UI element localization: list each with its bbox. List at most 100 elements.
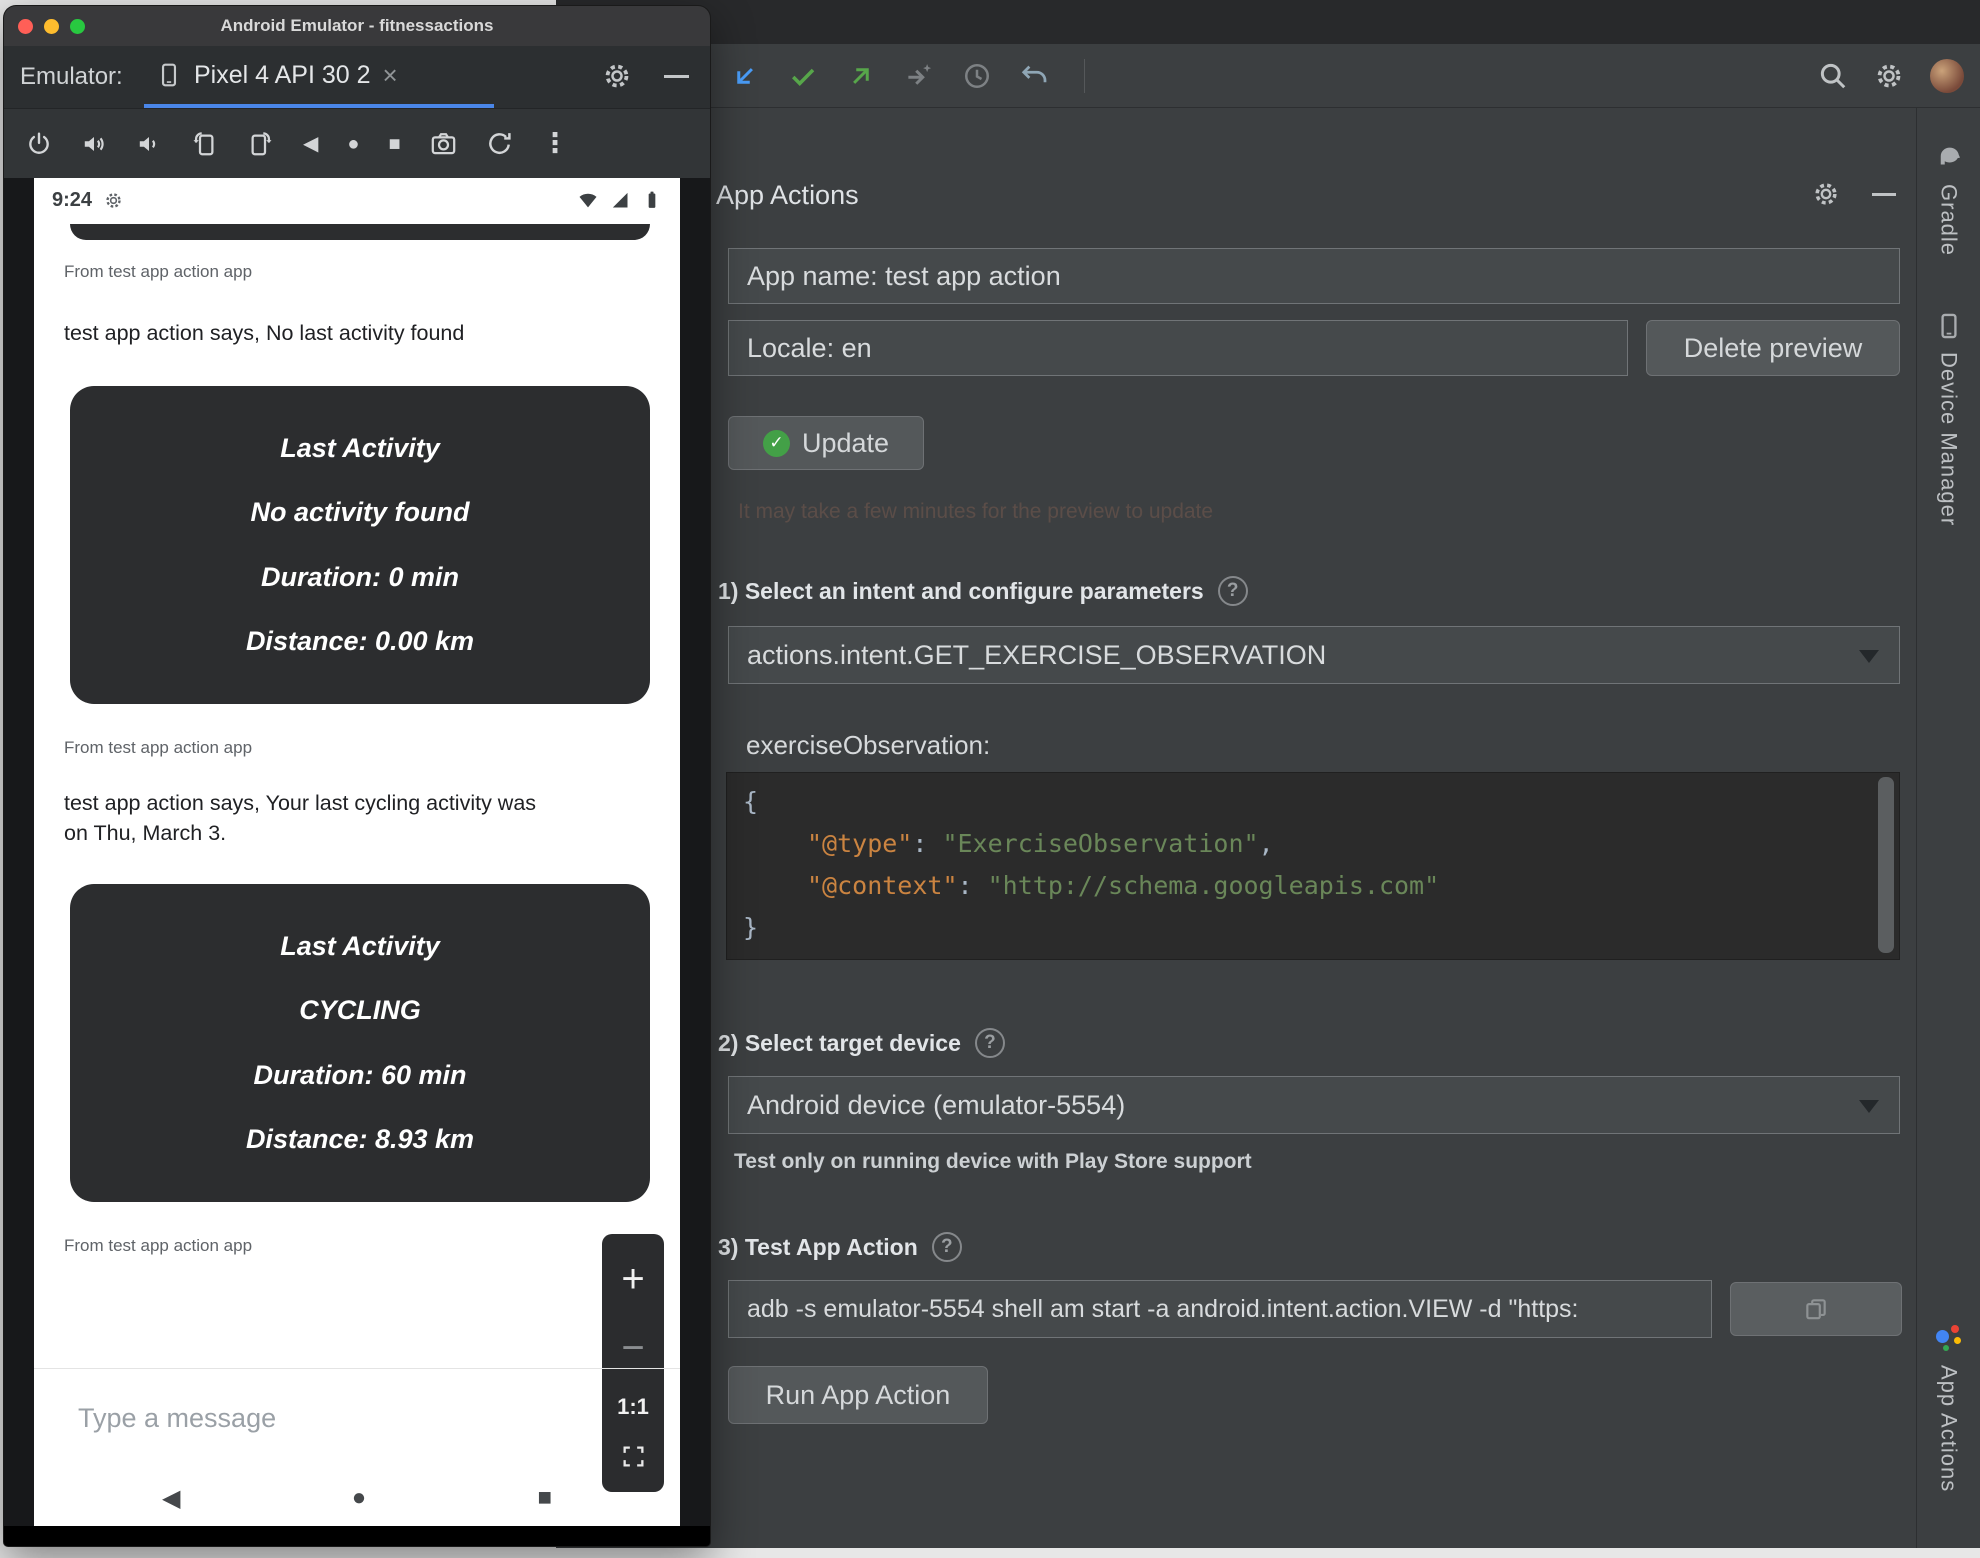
zoom-in-button[interactable]: + (621, 1257, 644, 1302)
nav-home-icon[interactable]: ● (352, 1484, 367, 1512)
panel-gear-icon[interactable] (1812, 180, 1840, 208)
back-icon[interactable]: ◀ (303, 134, 318, 154)
more-options-icon[interactable]: ⋮ (542, 128, 569, 159)
step-arrow-icon[interactable] (904, 61, 934, 91)
section-1-help-icon[interactable]: ? (1217, 576, 1248, 606)
app-name-field[interactable]: App name: test app action (728, 248, 1900, 304)
message-sender: From test app action app (64, 1236, 253, 1255)
panel-minimize-icon[interactable] (1872, 192, 1896, 196)
wifi-icon (578, 190, 598, 210)
update-button[interactable]: ✓ Update (728, 416, 924, 470)
last-activity-card: Last Activity No activity found Duration… (70, 386, 650, 704)
card-title: Last Activity (280, 931, 440, 962)
home-icon[interactable]: ● (347, 134, 359, 154)
signal-icon (610, 190, 630, 210)
card-duration: Duration: 60 min (253, 1059, 467, 1090)
attach-debugger-icon[interactable] (730, 61, 760, 91)
history-clock-icon[interactable] (962, 61, 992, 91)
user-avatar[interactable] (1930, 59, 1964, 93)
overview-icon[interactable]: ■ (388, 134, 400, 154)
locale-field[interactable]: Locale: en (728, 320, 1628, 376)
power-icon[interactable] (26, 131, 52, 157)
ide-toolbar (556, 44, 1980, 108)
target-device-dropdown[interactable]: Android device (emulator-5554) (728, 1076, 1900, 1134)
nav-back-icon[interactable]: ◀ (162, 1484, 180, 1513)
update-check-icon: ✓ (762, 429, 790, 457)
run-check-icon[interactable] (788, 61, 818, 91)
parameter-name-label: exerciseObservation: (746, 730, 991, 760)
app-actions-stripe-label: App Actions (1936, 1364, 1962, 1492)
search-icon[interactable] (1818, 61, 1848, 91)
card-activity: CYCLING (299, 995, 421, 1026)
status-gear-icon (104, 191, 123, 210)
card-duration: Duration: 0 min (260, 561, 459, 592)
device-tab[interactable]: Pixel 4 API 30 2 × (156, 46, 398, 104)
android-nav-bar: ◀ ● ■ (34, 1470, 680, 1526)
nav-overview-icon[interactable]: ■ (538, 1484, 553, 1512)
assistant-message: test app action says, No last activity f… (64, 321, 465, 345)
card-distance: Distance: 8.93 km (245, 1123, 475, 1154)
preview-status-note: It may take a few minutes for the previe… (738, 500, 1214, 523)
app-actions-panel-title: App Actions (716, 180, 859, 210)
gradle-label: Gradle (1936, 184, 1962, 257)
message-sender: From test app action app (64, 738, 253, 757)
assistant-message: test app action says, Your last cycling … (64, 791, 537, 845)
snapshot-icon[interactable] (486, 130, 513, 157)
tool-window-stripe: Gradle Device Manager App Actions (1916, 108, 1980, 1548)
emulator-minimize-icon[interactable] (664, 75, 689, 78)
deploy-arrow-icon[interactable] (846, 61, 876, 91)
active-tab-underline (144, 104, 494, 108)
tool-window-gradle[interactable]: Gradle (1934, 142, 1964, 256)
target-device-value: Android device (emulator-5554) (747, 1089, 1126, 1120)
intent-dropdown-value: actions.intent.GET_EXERCISE_OBSERVATION (747, 639, 1327, 670)
copy-icon (1803, 1296, 1829, 1322)
close-tab-icon[interactable]: × (383, 60, 398, 91)
device-manager-icon (1935, 312, 1963, 340)
android-studio-window: App Actions App name: test app action Lo… (556, 0, 1980, 1548)
chevron-down-icon (1859, 650, 1879, 663)
code-context-key: "@context" (807, 871, 958, 900)
code-type-value: "ExerciseObservation" (942, 829, 1259, 858)
volume-down-icon[interactable] (136, 131, 162, 157)
zoom-out-button[interactable]: − (621, 1326, 644, 1371)
card-distance: Distance: 0.00 km (245, 625, 475, 656)
app-actions-panel-controls (1812, 176, 1896, 212)
undo-icon[interactable] (1020, 61, 1050, 91)
card-activity: No activity found (250, 497, 470, 528)
device-note: Test only on running device with Play St… (734, 1150, 1252, 1173)
copy-command-button[interactable] (1730, 1282, 1902, 1336)
message-sender: From test app action app (64, 262, 253, 281)
tool-window-device-manager[interactable]: Device Manager (1935, 312, 1963, 526)
emulator-settings-gear-icon[interactable] (602, 61, 632, 91)
delete-preview-button[interactable]: Delete preview (1646, 320, 1900, 376)
tool-window-app-actions[interactable]: App Actions (1934, 1323, 1964, 1492)
rotate-left-icon[interactable] (191, 130, 218, 157)
section-1-label: 1) Select an intent and configure parame… (718, 576, 1248, 606)
chevron-down-icon (1859, 1100, 1879, 1113)
phone-screen: 9:24 From test app action app test app a… (34, 178, 680, 1526)
section-3-help-icon[interactable]: ? (931, 1232, 962, 1262)
volume-up-icon[interactable] (81, 131, 107, 157)
update-button-label: Update (801, 427, 890, 458)
adb-command-field[interactable]: adb -s emulator-5554 shell am start -a a… (728, 1280, 1712, 1338)
intent-parameters-editor[interactable]: { "@type": "ExerciseObservation", "@cont… (726, 772, 1900, 960)
emulator-window: Android Emulator - fitnessactions Emulat… (4, 6, 710, 1546)
device-manager-label: Device Manager (1936, 352, 1962, 527)
screenshot-camera-icon[interactable] (430, 130, 457, 157)
message-input-area (34, 1368, 680, 1468)
emulator-label: Emulator: (20, 63, 123, 90)
rotate-right-icon[interactable] (247, 130, 274, 157)
message-input[interactable] (78, 1403, 498, 1434)
emulator-controls-toolbar: ◀ ● ■ ⋮ (4, 108, 710, 178)
settings-gear-icon[interactable] (1874, 61, 1904, 91)
code-scrollbar[interactable] (1878, 777, 1894, 953)
emulator-tabbar: Emulator: Pixel 4 API 30 2 × (4, 46, 710, 108)
last-activity-card: Last Activity CYCLING Duration: 60 min D… (70, 884, 650, 1202)
assistant-dots-icon (1934, 1323, 1964, 1353)
toolbar-separator (1084, 59, 1085, 93)
intent-dropdown[interactable]: actions.intent.GET_EXERCISE_OBSERVATION (728, 626, 1900, 684)
section-2-help-icon[interactable]: ? (974, 1028, 1005, 1058)
code-open-brace: { (743, 787, 759, 816)
card-title: Last Activity (280, 433, 440, 464)
run-app-action-button[interactable]: Run App Action (728, 1366, 988, 1424)
